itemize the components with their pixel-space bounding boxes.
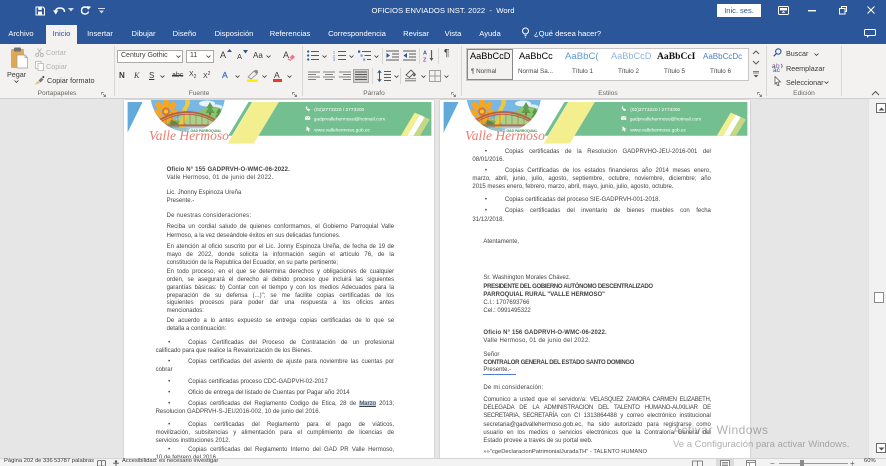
svg-text:A: A (283, 50, 289, 60)
svg-text:3: 3 (333, 58, 335, 61)
svg-text:Z: Z (423, 58, 427, 63)
svg-text:ac: ac (773, 67, 781, 72)
svg-text:A: A (423, 51, 427, 57)
